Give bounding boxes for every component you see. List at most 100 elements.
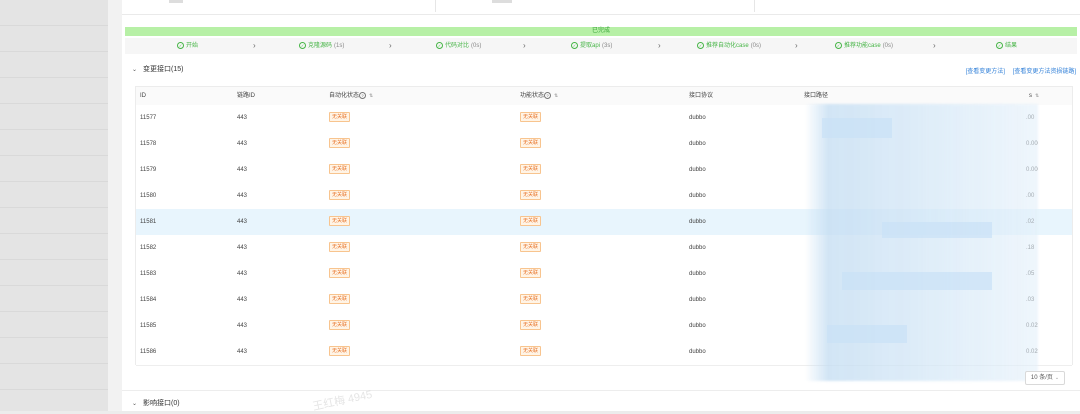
step-duration: (1s)	[334, 43, 345, 49]
table-row[interactable]: 11578 443 无关联 无关联 dubbo 0.00	[136, 131, 1072, 158]
cell-auto-status: 无关联	[329, 287, 351, 313]
table-row[interactable]: 11583 443 无关联 无关联 dubbo .05	[136, 261, 1072, 288]
cell-auto-status: 无关联	[329, 261, 351, 287]
status-badge: 无关联	[329, 320, 351, 331]
table-row[interactable]: 11584 443 无关联 无关联 dubbo .03	[136, 287, 1072, 314]
col-auto-status[interactable]: 自动化状态? ⇅	[329, 87, 373, 105]
cell-last: .18	[1026, 245, 1035, 251]
table-row[interactable]: 11586 443 无关联 无关联 dubbo 0.02	[136, 339, 1072, 366]
cell-chain-id: 443	[237, 193, 248, 199]
cell-func-status: 无关联	[520, 235, 542, 261]
chevron-down-icon[interactable]: ⌄	[132, 66, 137, 73]
cell-auto-status: 无关联	[329, 235, 351, 261]
col-id: ID	[140, 93, 146, 99]
summary-handle	[492, 0, 512, 3]
step-label: 推荐自动化case	[706, 43, 749, 49]
cell-protocol: dubbo	[689, 245, 706, 251]
chevron-right-icon: ›	[795, 41, 798, 50]
status-badge: 无关联	[329, 112, 351, 123]
cell-id: 11579	[140, 167, 157, 173]
chevron-right-icon: ›	[658, 41, 661, 50]
question-circle-icon[interactable]: ?	[359, 91, 367, 99]
status-badge: 无关联	[329, 294, 351, 305]
check-circle-icon: ✓	[996, 41, 1003, 49]
table-row[interactable]: 11579 443 无关联 无关联 dubbo 0.00	[136, 157, 1072, 184]
left-panel	[0, 0, 109, 411]
cell-chain-id: 443	[237, 297, 248, 303]
cell-id: 11586	[140, 349, 157, 355]
check-circle-icon: ✓	[571, 41, 578, 49]
cell-func-status: 无关联	[520, 131, 542, 157]
table-row[interactable]: 11585 443 无关联 无关联 dubbo 0.02	[136, 313, 1072, 340]
status-badge: 无关联	[520, 164, 542, 175]
cell-func-status: 无关联	[520, 209, 542, 235]
changed-api-table: ID 链路ID 自动化状态? ⇅ 功能状态? ⇅ 接口协议 接口路径 s ⇅ 1157…	[135, 86, 1073, 366]
chevron-right-icon: ›	[933, 41, 936, 50]
step-label: 结果	[1005, 43, 1018, 49]
affected-section-title: 影响接口(0)	[143, 400, 180, 407]
cell-func-status: 无关联	[520, 261, 542, 287]
table-row[interactable]: 11580 443 无关联 无关联 dubbo .00	[136, 183, 1072, 210]
col-protocol: 接口协议	[689, 93, 714, 99]
sort-icon[interactable]: ⇅	[1035, 93, 1039, 99]
cell-id: 11578	[140, 141, 157, 147]
cell-auto-status: 无关联	[329, 183, 351, 209]
status-badge: 无关联	[329, 346, 351, 357]
view-changed-methods-link[interactable]: [查看变更方法]	[966, 69, 1005, 75]
cell-id: 11577	[140, 115, 157, 121]
cell-id: 11580	[140, 193, 157, 199]
cell-func-status: 无关联	[520, 183, 542, 209]
page-size-select[interactable]: 10 条/页 ⌄	[1025, 371, 1065, 385]
status-badge: 无关联	[520, 320, 542, 331]
status-badge: 无关联	[520, 190, 542, 201]
cell-chain-id: 443	[237, 349, 248, 355]
cell-protocol: dubbo	[689, 323, 706, 329]
cell-last: 0.02	[1026, 349, 1038, 355]
summary-divider	[435, 0, 436, 12]
cell-auto-status: 无关联	[329, 131, 351, 157]
view-loss-links-link[interactable]: [查看变更方法资损链路]	[1013, 69, 1076, 75]
table-row[interactable]: 11582 443 无关联 无关联 dubbo .18	[136, 235, 1072, 262]
cell-last: .00	[1026, 115, 1035, 121]
changed-section-header[interactable]: ⌄ 变更接口(15)	[132, 64, 183, 74]
sort-icon[interactable]: ⇅	[554, 93, 558, 99]
step-label: 开始	[186, 43, 199, 49]
status-badge: 无关联	[329, 216, 351, 227]
status-badge: 无关联	[329, 164, 351, 175]
section-links: [查看变更方法] [查看变更方法资损链路]	[960, 66, 1076, 75]
cell-protocol: dubbo	[689, 167, 706, 173]
step-label: 克隆源码	[308, 43, 333, 49]
table-row[interactable]: 11581 443 无关联 无关联 dubbo .02	[136, 209, 1072, 236]
step-clone-source: ✓ 克隆源码 (1s)	[299, 38, 344, 54]
question-circle-icon[interactable]: ?	[544, 91, 552, 99]
step-result: ✓ 结果	[996, 38, 1017, 54]
cell-last: 0.02	[1026, 323, 1038, 329]
step-recommend-auto-case: ✓ 推荐自动化case (0s)	[697, 38, 761, 54]
cell-protocol: dubbo	[689, 219, 706, 225]
cell-protocol: dubbo	[689, 349, 706, 355]
col-last[interactable]: s ⇅	[1029, 87, 1039, 105]
cell-last: .00	[1026, 193, 1035, 199]
step-start: ✓ 开始	[177, 38, 198, 54]
changed-section-title: 变更接口(15)	[143, 66, 184, 73]
col-func-status[interactable]: 功能状态? ⇅	[520, 87, 558, 105]
cell-chain-id: 443	[237, 141, 248, 147]
check-circle-icon: ✓	[299, 41, 306, 49]
cell-last: .03	[1026, 297, 1035, 303]
cell-func-status: 无关联	[520, 105, 542, 131]
col-chain-id: 链路ID	[237, 93, 256, 99]
sort-icon[interactable]: ⇅	[369, 93, 373, 99]
col-last-label: s	[1029, 93, 1032, 99]
step-duration: (0s)	[882, 43, 894, 49]
main-area: 已完成 ✓ 开始 › ✓ 克隆源码 (1s) › ✓ 代码对比 (0s) › ✓ 提取api…	[108, 0, 1080, 413]
table-row[interactable]: 11577 443 无关联 无关联 dubbo .00	[136, 105, 1072, 132]
cell-chain-id: 443	[237, 219, 248, 225]
page-size-value: 10 条/页	[1030, 375, 1053, 381]
cell-protocol: dubbo	[689, 141, 706, 147]
affected-section-header[interactable]: ⌄ 影响接口(0)	[122, 390, 1080, 412]
progress-steps: ✓ 开始 › ✓ 克隆源码 (1s) › ✓ 代码对比 (0s) › ✓ 提取api (3s)…	[125, 38, 1077, 54]
cell-chain-id: 443	[237, 245, 248, 251]
step-label: 推荐功能case	[844, 43, 881, 49]
chevron-down-icon[interactable]: ⌄	[132, 401, 137, 407]
summary-handle	[169, 0, 183, 3]
